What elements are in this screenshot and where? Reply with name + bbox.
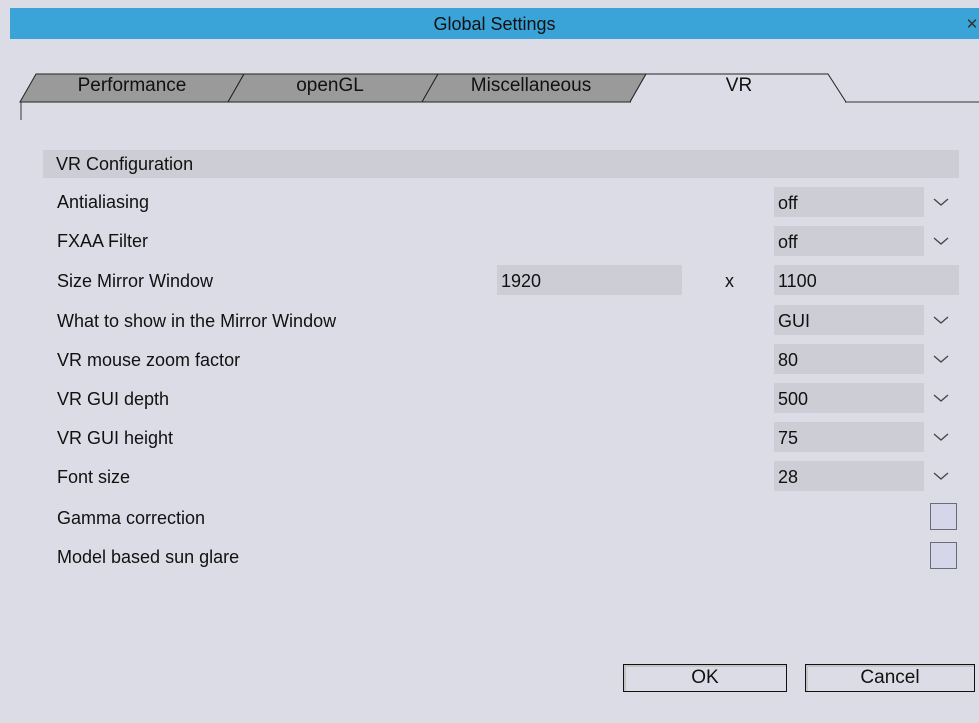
gui-height-value: 75 [778,428,799,448]
ok-button[interactable]: OK [623,664,787,692]
font-size-value: 28 [778,467,799,487]
tab-vr[interactable]: VR [648,75,830,97]
gui-depth-label: VR GUI depth [57,389,170,409]
fxaa-value: off [778,232,798,252]
chevron-down-icon[interactable] [924,226,959,256]
gamma-checkbox[interactable] [930,503,957,530]
size-separator: x [725,271,734,291]
tab-miscellaneous[interactable]: Miscellaneous [434,75,628,97]
zoom-value: 80 [778,350,799,370]
gui-depth-select[interactable]: 500 [774,383,959,413]
chevron-down-icon[interactable] [924,305,959,335]
gui-height-label: VR GUI height [57,428,174,448]
chevron-down-icon[interactable] [924,383,959,413]
fxaa-label: FXAA Filter [57,231,149,251]
tab-opengl[interactable]: openGL [240,75,420,97]
mirror-height-value: 1100 [778,271,817,291]
sun-glare-label: Model based sun glare [57,547,240,567]
mirror-width-input[interactable]: 1920 [497,265,682,295]
gui-depth-value: 500 [778,389,809,409]
tab-strip [19,73,979,120]
global-settings-window: Global Settings ✕ Performance openGL Mis… [0,0,979,723]
mirror-show-select[interactable]: GUI [774,305,959,335]
antialiasing-label: Antialiasing [57,192,150,212]
section-title: VR Configuration [56,154,194,174]
gui-height-select[interactable]: 75 [774,422,959,452]
zoom-select[interactable]: 80 [774,344,959,374]
fxaa-select[interactable]: off [774,226,959,256]
antialiasing-value: off [778,193,798,213]
font-size-select[interactable]: 28 [774,461,959,491]
chevron-down-icon[interactable] [924,422,959,452]
mirror-show-label: What to show in the Mirror Window [57,311,337,331]
tab-performance[interactable]: Performance [36,75,228,97]
cancel-button[interactable]: Cancel [805,664,975,692]
font-size-label: Font size [57,467,131,487]
zoom-label: VR mouse zoom factor [57,350,241,370]
chevron-down-icon[interactable] [924,187,959,217]
mirror-height-input[interactable]: 1100 [774,265,959,295]
section-header: VR Configuration [43,150,959,178]
antialiasing-select[interactable]: off [774,187,959,217]
chevron-down-icon[interactable] [924,344,959,374]
sun-glare-checkbox[interactable] [930,542,957,569]
chevron-down-icon[interactable] [924,461,959,491]
panel-outline [20,101,979,120]
mirror-size-label: Size Mirror Window [57,271,214,291]
gamma-label: Gamma correction [57,508,206,528]
mirror-show-value: GUI [778,311,811,331]
mirror-width-value: 1920 [501,271,542,291]
